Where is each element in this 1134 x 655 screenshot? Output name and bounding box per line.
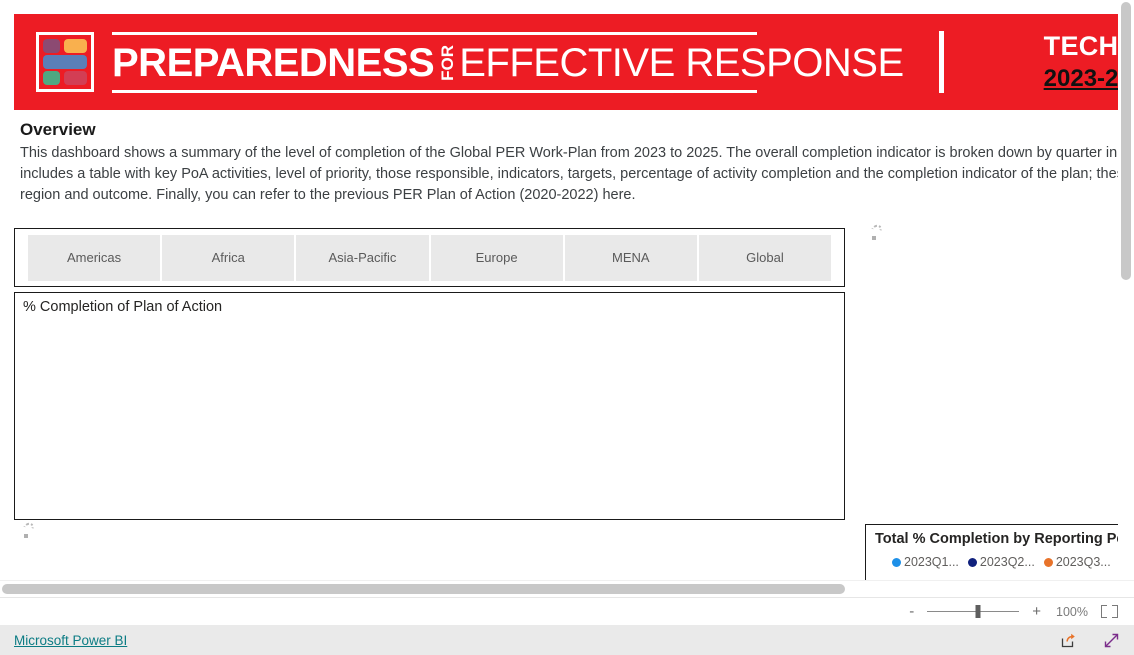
spinner-dot	[872, 236, 876, 240]
logo-row-bottom	[43, 71, 87, 85]
horizontal-scrollbar-thumb[interactable]	[2, 584, 845, 594]
fit-to-page-icon[interactable]	[1101, 605, 1118, 618]
vertical-scrollbar[interactable]	[1118, 0, 1134, 580]
wordmark-text: PREPAREDNESS FOR EFFECTIVE RESPONSE	[112, 40, 904, 86]
legend-label-2023q2: 2023Q2...	[979, 555, 1035, 569]
logo-block-orange	[63, 39, 87, 53]
overview-body: This dashboard shows a summary of the le…	[20, 145, 1134, 203]
legend-dot-icon-2023q3	[1043, 557, 1053, 567]
wordmark-rule-top	[112, 31, 757, 35]
horizontal-scrollbar[interactable]	[0, 580, 1134, 597]
report-canvas-viewport[interactable]: PREPAREDNESS FOR EFFECTIVE RESPONSE TECH…	[0, 0, 1134, 580]
slicer-option-africa[interactable]: Africa	[162, 234, 297, 281]
logo-row-middle	[43, 55, 87, 69]
footer-icon-group	[1060, 632, 1120, 649]
wordmark-for: FOR	[438, 44, 458, 81]
share-icon[interactable]	[1060, 632, 1077, 649]
slicer-option-europe[interactable]: Europe	[430, 234, 565, 281]
zoom-slider-handle[interactable]	[975, 605, 981, 618]
zoom-slider[interactable]	[927, 605, 1020, 619]
vertical-scrollbar-thumb[interactable]	[1121, 2, 1131, 280]
region-slicer[interactable]: Americas Africa Asia-Pacific Europe MENA…	[14, 228, 845, 287]
completion-chart-plot-area[interactable]	[15, 316, 844, 506]
legend-label-2023q3: 2023Q3...	[1055, 555, 1111, 569]
wordmark-rule-bottom	[112, 89, 757, 93]
powerbi-brand-link[interactable]: Microsoft Power BI	[14, 633, 127, 648]
reporting-period-legend[interactable]: 2023Q1... 2023Q2... 2023Q3... 2023Q4...	[866, 547, 1134, 569]
report-footer: Microsoft Power BI	[0, 625, 1134, 655]
legend-item-2023q2[interactable]: 2023Q2...	[967, 555, 1035, 569]
legend-dot-icon-2023q1	[892, 557, 901, 567]
zoom-action-bar: - + 100%	[0, 597, 1134, 625]
spinner-arc	[869, 223, 884, 236]
report-header-banner: PREPAREDNESS FOR EFFECTIVE RESPONSE TECH…	[14, 14, 1134, 110]
zoom-out-button[interactable]: -	[909, 604, 914, 619]
zoom-slider-rail	[927, 611, 1020, 612]
slicer-option-asia-pacific[interactable]: Asia-Pacific	[296, 234, 431, 281]
loading-spinner-icon-right	[868, 223, 886, 242]
logo-block-red	[63, 71, 87, 85]
powerbi-report-viewer: PREPAREDNESS FOR EFFECTIVE RESPONSE TECH…	[0, 0, 1134, 655]
report-canvas: PREPAREDNESS FOR EFFECTIVE RESPONSE TECH…	[0, 0, 1134, 580]
slicer-option-mena[interactable]: MENA	[564, 234, 699, 281]
per-blocks-logo-icon	[36, 32, 94, 92]
spinner-arc	[21, 521, 36, 534]
logo-block-blue	[43, 55, 87, 69]
legend-item-2023q1[interactable]: 2023Q1...	[892, 555, 959, 569]
completion-chart-card[interactable]: % Completion of Plan of Action	[14, 292, 845, 520]
slicer-option-americas[interactable]: Americas	[28, 234, 163, 281]
overview-heading: Overview	[20, 120, 96, 139]
legend-item-2023q3[interactable]: 2023Q3...	[1043, 555, 1111, 569]
zoom-in-button[interactable]: +	[1032, 604, 1041, 619]
banner-divider	[938, 31, 944, 93]
loading-spinner-icon-chart	[20, 521, 38, 540]
fullscreen-icon[interactable]	[1103, 632, 1120, 649]
overview-section: Overview This dashboard shows a summary …	[20, 120, 1134, 206]
legend-label-2023q1: 2023Q1...	[904, 555, 959, 569]
reporting-period-chart-card[interactable]: Total % Completion by Reporting Period 2…	[865, 524, 1134, 580]
wordmark-preparedness: PREPAREDNESS	[112, 40, 435, 85]
wordmark-effective-response: EFFECTIVE RESPONSE	[459, 40, 904, 85]
logo-row-top	[43, 39, 87, 53]
completion-chart-title: % Completion of Plan of Action	[23, 299, 223, 315]
logo-block-green	[43, 71, 60, 85]
slicer-option-global[interactable]: Global	[698, 234, 832, 281]
legend-dot-icon-2023q2	[967, 557, 977, 567]
spinner-dot	[24, 534, 28, 538]
reporting-period-chart-title: Total % Completion by Reporting Period	[875, 531, 1134, 547]
banner-wordmark: PREPAREDNESS FOR EFFECTIVE RESPONSE	[112, 31, 904, 93]
zoom-level-label: 100%	[1056, 604, 1088, 619]
logo-block-purple	[43, 39, 60, 53]
